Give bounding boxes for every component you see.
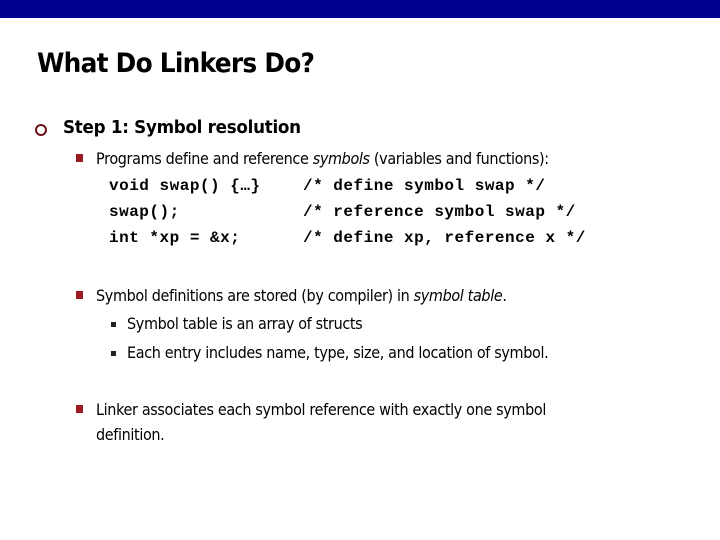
- point-text: Symbol definitions are stored (by compil…: [96, 286, 414, 305]
- code-comment: /* define xp, reference x */: [303, 229, 586, 247]
- hollow-circle-bullet-icon: [35, 124, 47, 136]
- black-square-bullet-icon: [111, 351, 116, 356]
- point-italic-term: symbols: [312, 149, 370, 168]
- code-line: int *xp = &x;: [109, 229, 241, 247]
- red-square-bullet-icon: [76, 405, 83, 413]
- point-symbol-definitions: Symbol definitions are stored (by compil…: [96, 286, 507, 305]
- point-text: Programs define and reference: [96, 149, 313, 168]
- sub-point: Each entry includes name, type, size, an…: [127, 343, 549, 362]
- point-text: .: [502, 286, 507, 305]
- slide-title: What Do Linkers Do?: [37, 48, 315, 79]
- point-linker-associates: Linker associates each symbol reference …: [96, 400, 546, 419]
- black-square-bullet-icon: [111, 322, 116, 327]
- code-comment: /* reference symbol swap */: [303, 203, 576, 221]
- red-square-bullet-icon: [76, 154, 83, 162]
- point-linker-associates-continued: definition.: [96, 425, 165, 444]
- top-accent-bar: [0, 0, 720, 18]
- code-line: swap();: [109, 203, 180, 221]
- point-italic-term: symbol table: [413, 286, 503, 305]
- red-square-bullet-icon: [76, 291, 83, 299]
- code-line: void swap() {…}: [109, 177, 261, 195]
- point-programs-define: Programs define and reference symbols (v…: [96, 149, 549, 168]
- sub-point: Symbol table is an array of structs: [127, 314, 363, 333]
- level1-heading: Step 1: Symbol resolution: [63, 117, 301, 138]
- code-comment: /* define symbol swap */: [303, 177, 546, 195]
- point-text: (variables and functions):: [369, 149, 549, 168]
